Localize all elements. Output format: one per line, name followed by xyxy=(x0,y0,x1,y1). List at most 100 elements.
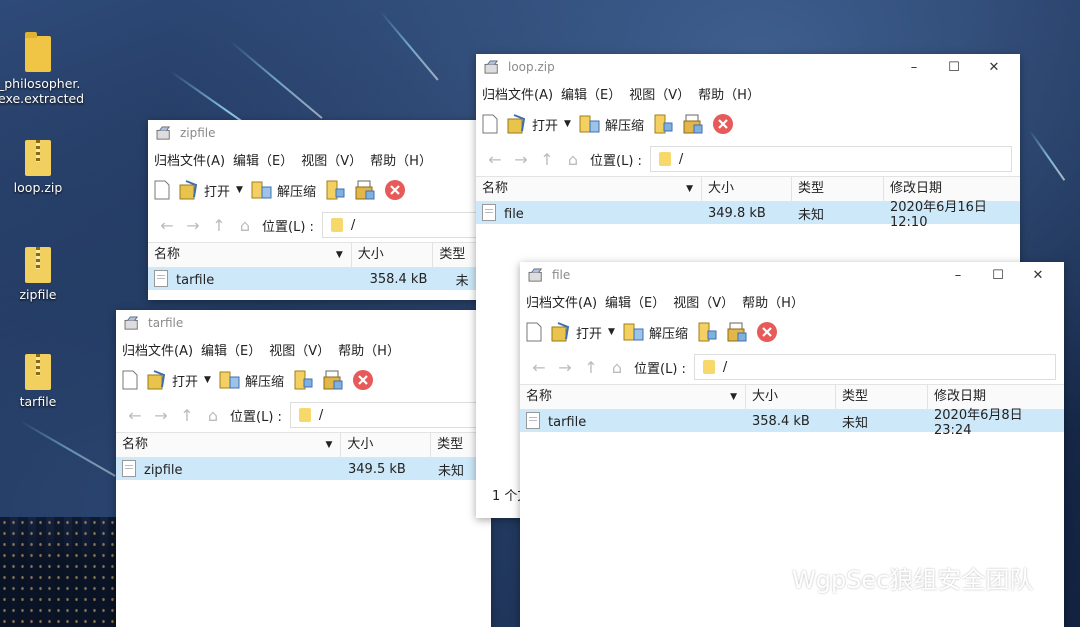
menu-help[interactable]: 帮助（H） xyxy=(370,150,432,169)
menu-view[interactable]: 视图（V） xyxy=(673,292,734,311)
desktop-icon-zipfile[interactable]: zipfile xyxy=(0,247,78,302)
up-arrow-icon[interactable]: ↑ xyxy=(534,150,560,169)
stop-button[interactable] xyxy=(352,369,374,391)
menu-edit[interactable]: 编辑（E） xyxy=(201,340,261,359)
menu-edit[interactable]: 编辑（E） xyxy=(605,292,665,311)
properties-button[interactable] xyxy=(354,179,376,201)
home-icon[interactable]: ⌂ xyxy=(604,358,630,377)
chevron-down-icon[interactable]: ▼ xyxy=(204,375,211,385)
wallpaper-streak xyxy=(19,420,116,477)
add-files-button[interactable] xyxy=(292,369,314,391)
forward-arrow-icon[interactable]: → xyxy=(180,216,206,235)
properties-button[interactable] xyxy=(726,321,748,343)
home-icon[interactable]: ⌂ xyxy=(560,150,586,169)
menu-help[interactable]: 帮助（H） xyxy=(698,84,760,103)
back-arrow-icon[interactable]: ← xyxy=(154,216,180,235)
title-bar[interactable]: tarfile xyxy=(116,310,491,336)
add-files-button[interactable] xyxy=(652,113,674,135)
properties-button[interactable] xyxy=(682,113,704,135)
add-files-icon xyxy=(292,369,314,391)
minimize-button[interactable]: – xyxy=(938,268,978,283)
column-size[interactable]: 大小 xyxy=(702,177,792,201)
column-name[interactable]: 名称 ▼ xyxy=(520,385,746,409)
open-button[interactable]: 打开 ▼ xyxy=(550,321,615,343)
new-archive-button[interactable] xyxy=(482,114,498,134)
column-header: 名称 ▼ 大小 类型 xyxy=(116,432,491,458)
add-files-button[interactable] xyxy=(696,321,718,343)
desktop-icon-tarfile[interactable]: tarfile xyxy=(0,354,78,409)
column-size[interactable]: 大小 xyxy=(352,243,434,267)
new-archive-button[interactable] xyxy=(122,370,138,390)
menu-view[interactable]: 视图（V） xyxy=(269,340,330,359)
column-type[interactable]: 类型 xyxy=(836,385,928,409)
column-name[interactable]: 名称 ▼ xyxy=(148,243,352,267)
new-archive-button[interactable] xyxy=(154,180,170,200)
up-arrow-icon[interactable]: ↑ xyxy=(578,358,604,377)
close-button[interactable]: ✕ xyxy=(974,60,1014,75)
home-icon[interactable]: ⌂ xyxy=(232,216,258,235)
location-input[interactable]: / xyxy=(289,402,483,428)
back-arrow-icon[interactable]: ← xyxy=(526,358,552,377)
extract-button[interactable]: 解压缩 xyxy=(623,321,688,343)
menu-edit[interactable]: 编辑（E） xyxy=(561,84,621,103)
column-name[interactable]: 名称 ▼ xyxy=(116,433,342,457)
extract-button[interactable]: 解压缩 xyxy=(251,179,316,201)
back-arrow-icon[interactable]: ← xyxy=(482,150,508,169)
desktop-icon-loop-zip[interactable]: loop.zip xyxy=(0,140,78,195)
table-row[interactable]: tarfile 358.4 kB 未知 2020年6月8日 23:24 xyxy=(520,408,1064,438)
title-bar[interactable]: loop.zip – ☐ ✕ xyxy=(476,54,1020,80)
title-bar[interactable]: zipfile xyxy=(148,120,488,146)
stop-button[interactable] xyxy=(756,321,778,343)
up-arrow-icon[interactable]: ↑ xyxy=(174,406,200,425)
column-name[interactable]: 名称 ▼ xyxy=(476,177,702,201)
menu-view[interactable]: 视图（V） xyxy=(629,84,690,103)
menu-archive[interactable]: 归档文件(A) xyxy=(482,84,553,103)
chevron-down-icon[interactable]: ▼ xyxy=(564,119,571,129)
extract-button[interactable]: 解压缩 xyxy=(579,113,644,135)
desktop-icon-philosopher[interactable]: _philosopher. exe.extracted xyxy=(0,32,84,106)
menu-view[interactable]: 视图（V） xyxy=(301,150,362,169)
back-arrow-icon[interactable]: ← xyxy=(122,406,148,425)
menu-help[interactable]: 帮助（H） xyxy=(742,292,804,311)
column-size[interactable]: 大小 xyxy=(746,385,836,409)
forward-arrow-icon[interactable]: → xyxy=(508,150,534,169)
minimize-button[interactable]: – xyxy=(894,60,934,75)
maximize-button[interactable]: ☐ xyxy=(934,60,974,75)
table-row[interactable]: zipfile 349.5 kB 未知 xyxy=(116,458,491,480)
column-size[interactable]: 大小 xyxy=(341,433,432,457)
up-arrow-icon[interactable]: ↑ xyxy=(206,216,232,235)
menu-help[interactable]: 帮助（H） xyxy=(338,340,400,359)
column-modified[interactable]: 修改日期 xyxy=(884,177,1020,201)
stop-button[interactable] xyxy=(384,179,406,201)
extract-button[interactable]: 解压缩 xyxy=(219,369,284,391)
chevron-down-icon[interactable]: ▼ xyxy=(608,327,615,337)
title-bar[interactable]: file – ☐ ✕ xyxy=(520,262,1064,288)
chevron-down-icon[interactable]: ▼ xyxy=(236,185,243,195)
open-button[interactable]: 打开 ▼ xyxy=(506,113,571,135)
forward-arrow-icon[interactable]: → xyxy=(552,358,578,377)
location-input[interactable]: / xyxy=(321,212,480,238)
chevron-down-icon: ▼ xyxy=(335,250,343,260)
table-row[interactable]: file 349.8 kB 未知 2020年6月16日 12:10 xyxy=(476,200,1020,230)
location-input[interactable]: / xyxy=(693,354,1056,380)
menu-archive[interactable]: 归档文件(A) xyxy=(154,150,225,169)
maximize-button[interactable]: ☐ xyxy=(978,268,1018,283)
forward-arrow-icon[interactable]: → xyxy=(148,406,174,425)
add-files-button[interactable] xyxy=(324,179,346,201)
close-button[interactable]: ✕ xyxy=(1018,268,1058,283)
stop-icon xyxy=(384,179,406,201)
column-modified[interactable]: 修改日期 xyxy=(928,385,1064,409)
extract-label: 解压缩 xyxy=(276,184,316,200)
table-row[interactable]: tarfile 358.4 kB 未 xyxy=(148,268,488,290)
menu-archive[interactable]: 归档文件(A) xyxy=(526,292,597,311)
menu-edit[interactable]: 编辑（E） xyxy=(233,150,293,169)
menu-archive[interactable]: 归档文件(A) xyxy=(122,340,193,359)
new-archive-button[interactable] xyxy=(526,322,542,342)
home-icon[interactable]: ⌂ xyxy=(200,406,226,425)
open-button[interactable]: 打开 ▼ xyxy=(178,179,243,201)
stop-button[interactable] xyxy=(712,113,734,135)
properties-button[interactable] xyxy=(322,369,344,391)
open-button[interactable]: 打开 ▼ xyxy=(146,369,211,391)
column-type[interactable]: 类型 xyxy=(792,177,884,201)
location-input[interactable]: / xyxy=(649,146,1012,172)
